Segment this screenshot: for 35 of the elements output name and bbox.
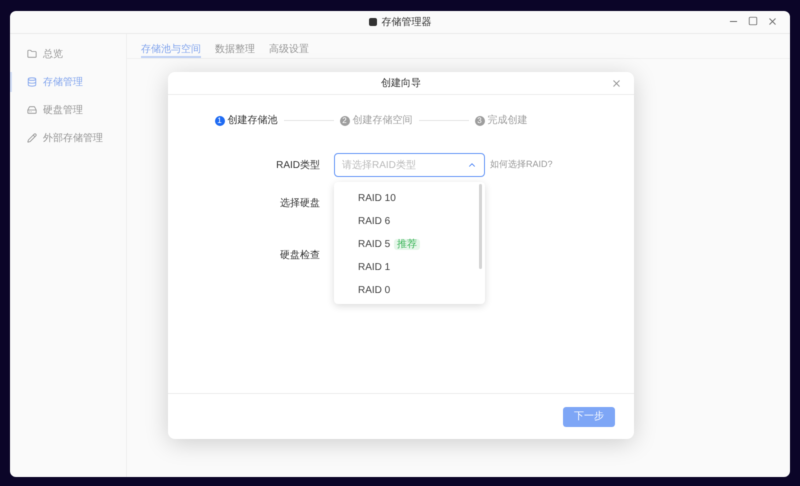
- database-icon: [27, 77, 37, 87]
- sidebar-item[interactable]: 硬盘管理: [10, 100, 126, 120]
- field-label: RAID类型: [275, 158, 321, 172]
- dropdown-option[interactable]: RAID 5 推荐: [334, 233, 485, 256]
- hard-drive-icon: [27, 105, 37, 115]
- scrollbar[interactable]: [479, 184, 482, 269]
- tab[interactable]: 高级设置: [269, 42, 309, 58]
- dropdown-option[interactable]: RAID 1: [334, 256, 485, 279]
- help-link[interactable]: 如何选择RAID?: [490, 158, 553, 172]
- tab[interactable]: 存储池与空间: [141, 42, 201, 58]
- step-number: 1: [214, 116, 224, 126]
- window-title: 存储管理器: [382, 16, 432, 30]
- maximize-icon[interactable]: [748, 16, 758, 26]
- step-label: 完成创建: [488, 114, 528, 128]
- folder-icon: [27, 49, 37, 59]
- sidebar-item[interactable]: 存储管理: [10, 72, 126, 92]
- sidebar-item[interactable]: 总览: [10, 44, 126, 64]
- raid-type-select[interactable]: 请选择RAID类型: [334, 153, 485, 177]
- dropdown-option[interactable]: RAID 10: [334, 187, 485, 210]
- close-icon[interactable]: [767, 16, 778, 27]
- close-icon[interactable]: [611, 78, 622, 89]
- pencil-icon: [27, 133, 37, 143]
- sidebar-item[interactable]: 外部存储管理: [10, 128, 126, 148]
- step-label: 创建存储池: [228, 114, 278, 128]
- dropdown-option[interactable]: RAID 6: [334, 210, 485, 233]
- recommended-badge: 推荐: [394, 239, 420, 250]
- dialog-title: 创建向导: [381, 76, 421, 90]
- step-label: 创建存储空间: [352, 114, 412, 128]
- field-label: 硬盘检查: [279, 248, 321, 262]
- step-number: 2: [340, 116, 350, 126]
- step-number: 3: [474, 116, 484, 126]
- field-label: 选择硬盘: [279, 196, 321, 210]
- app-icon: [368, 18, 376, 26]
- tab[interactable]: 数据整理: [215, 42, 255, 58]
- dropdown-option[interactable]: RAID 0: [334, 279, 485, 302]
